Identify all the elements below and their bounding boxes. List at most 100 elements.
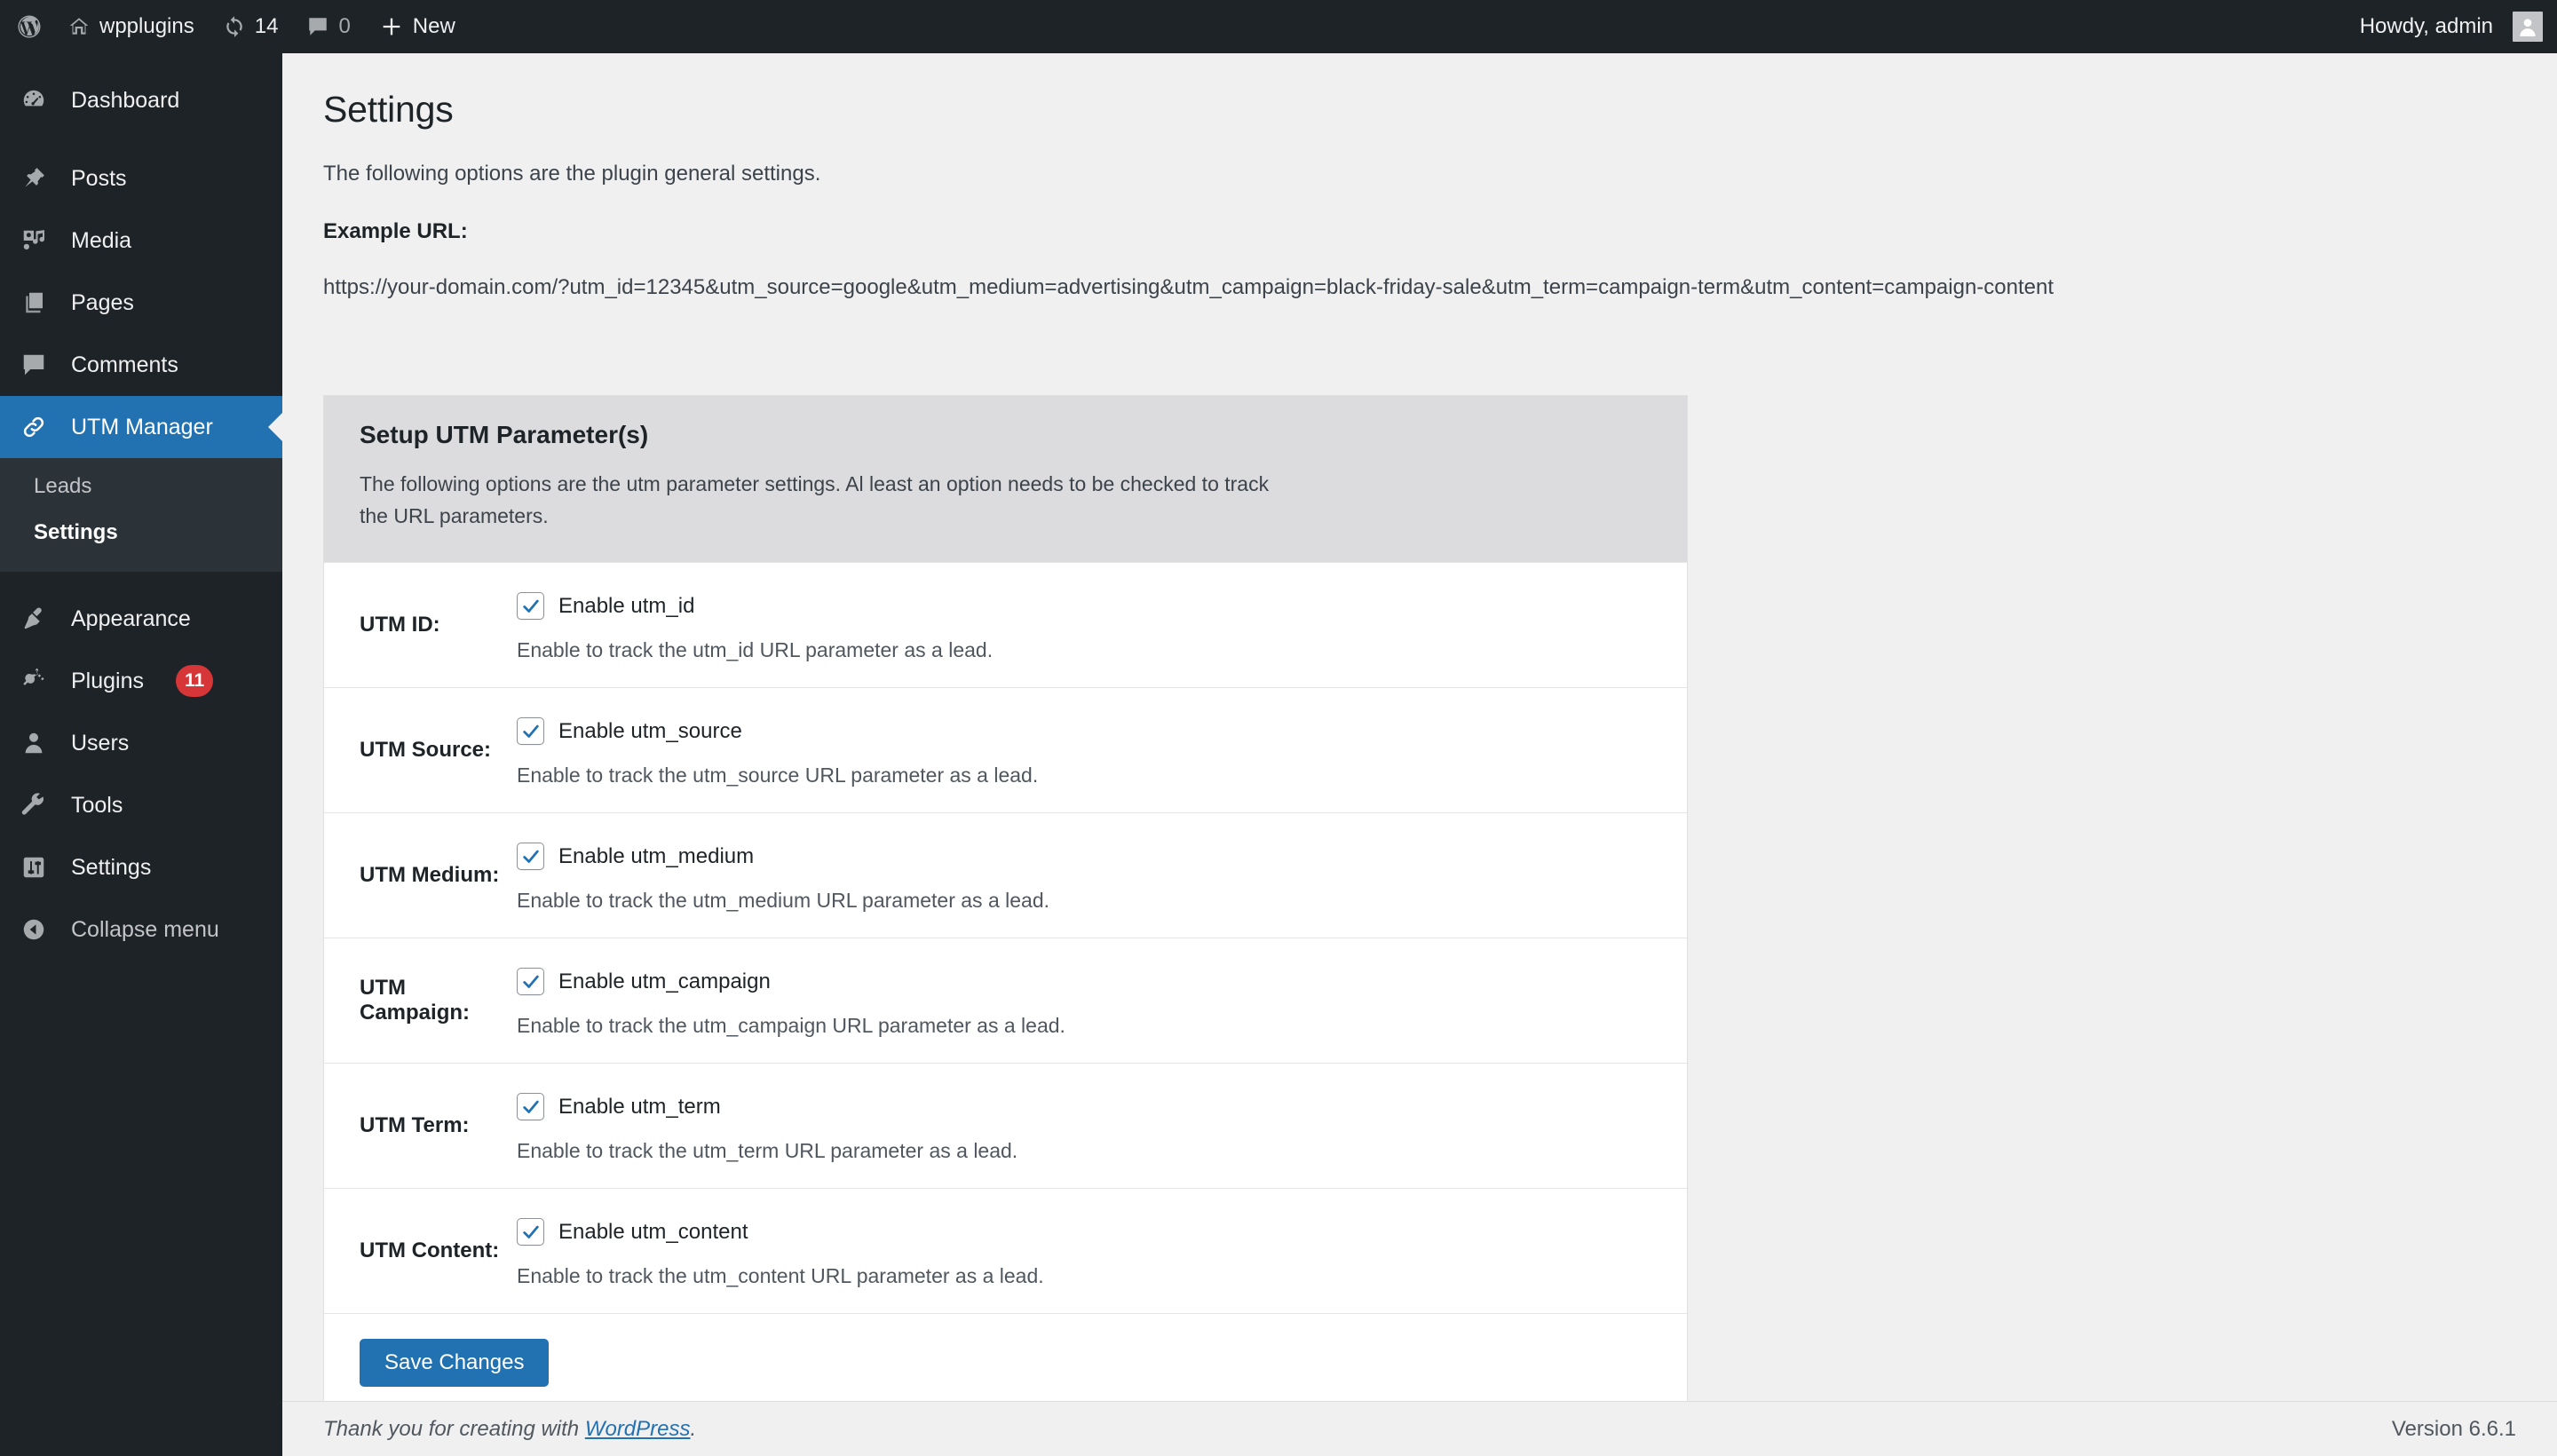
sidebar-item-media[interactable]: Media [0,210,282,272]
card-description: The following options are the utm parame… [360,472,1270,527]
sidebar-item-tools[interactable]: Tools [0,774,282,836]
table-row: UTM ID: Enable utm_id Enable to track th… [324,562,1687,688]
sidebar-item-label: Dashboard [71,87,180,113]
sidebar-item-pages[interactable]: Pages [0,272,282,334]
sidebar-item-users[interactable]: Users [0,712,282,774]
card-header: Setup UTM Parameter(s) The following opt… [324,396,1687,563]
user-icon [16,725,51,761]
example-url-label: Example URL: [323,219,468,243]
row-label: UTM Source: [360,738,492,763]
row-field: Enable utm_term Enable to track the utm_… [517,1064,1687,1188]
avatar [2513,12,2543,42]
sidebar-item-label: Tools [71,792,123,818]
row-description: Enable to track the utm_content URL para… [517,1264,1044,1288]
home-icon [67,15,91,38]
admin-footer: Thank you for creating with WordPress. V… [282,1401,2557,1456]
row-description: Enable to track the utm_source URL param… [517,764,1039,787]
row-label: UTM Content: [360,1238,500,1263]
sidebar-item-comments[interactable]: Comments [0,334,282,396]
sidebar-item-appearance[interactable]: Appearance [0,588,282,650]
updates-count: 14 [254,14,279,38]
link-icon [16,409,51,445]
checkbox-label: Enable utm_campaign [558,969,771,993]
utm-medium-checkbox-line[interactable]: Enable utm_medium [517,843,1687,871]
checkbox-checked-icon[interactable] [517,717,544,746]
pages-icon [16,285,51,320]
pin-icon [16,161,51,196]
wordpress-logo-button[interactable] [0,0,53,53]
wordpress-link[interactable]: WordPress [585,1417,691,1441]
plugins-update-badge: 11 [176,665,214,697]
sidebar-item-plugins[interactable]: Plugins 11 [0,650,282,712]
sidebar-item-label: Users [71,730,130,756]
table-row: UTM Medium: Enable utm_medium Enable to … [324,812,1687,938]
row-description: Enable to track the utm_id URL parameter… [517,638,994,662]
sidebar-item-label: Media [71,227,132,253]
sidebar-item-leads[interactable]: Leads [0,463,282,510]
table-row: UTM Campaign: Enable utm_campaign Enable… [324,938,1687,1064]
collapse-menu-label: Collapse menu [71,916,219,942]
sidebar-item-utm-manager[interactable]: UTM Manager [0,396,282,458]
account-menu-button[interactable]: Howdy, admin [2346,0,2557,53]
save-row: Save Changes [324,1313,1687,1412]
utm-content-checkbox-line[interactable]: Enable utm_content [517,1218,1687,1246]
footer-thanks: Thank you for creating with WordPress. [323,1417,696,1442]
checkbox-checked-icon[interactable] [517,968,544,996]
updates-button[interactable]: 14 [209,0,293,53]
sidebar-item-label: Plugins [71,668,144,693]
table-row: UTM Source: Enable utm_source Enable to … [324,687,1687,813]
comment-icon [306,15,329,38]
new-content-button[interactable]: New [365,0,470,53]
sidebar-item-label: Appearance [71,605,191,631]
utm-settings-card: Setup UTM Parameter(s) The following opt… [323,395,1688,1413]
sidebar-item-utm-settings[interactable]: Settings [0,510,282,556]
sidebar-item-label: Posts [71,165,127,191]
utm-manager-submenu: Leads Settings [0,458,282,572]
sidebar-item-settings[interactable]: Settings [0,836,282,898]
utm-campaign-checkbox-line[interactable]: Enable utm_campaign [517,968,1687,996]
sidebar-top-spacer [0,53,282,69]
comment-icon [16,347,51,383]
row-description: Enable to track the utm_medium URL param… [517,889,1049,913]
utm-id-checkbox-line[interactable]: Enable utm_id [517,592,1687,621]
checkbox-checked-icon[interactable] [517,592,544,621]
sidebar-item-label: Comments [71,352,178,377]
sidebar-item-posts[interactable]: Posts [0,147,282,210]
sidebar-separator [0,572,282,588]
save-changes-button[interactable]: Save Changes [360,1339,550,1388]
row-label: UTM Term: [360,1113,470,1138]
wordpress-logo-icon [16,13,43,40]
table-row: UTM Content: Enable utm_content Enable t… [324,1188,1687,1314]
media-icon [16,223,51,258]
checkbox-label: Enable utm_term [558,1094,721,1119]
howdy-label: Howdy, admin [2359,14,2493,38]
site-name-button[interactable]: wpplugins [53,0,209,53]
row-description: Enable to track the utm_campaign URL par… [517,1014,1065,1038]
card-heading: Setup UTM Parameter(s) [360,421,649,448]
row-description: Enable to track the utm_term URL paramet… [517,1139,1018,1163]
row-field: Enable utm_source Enable to track the ut… [517,688,1687,812]
checkbox-checked-icon[interactable] [517,1093,544,1121]
row-label: UTM Campaign: [360,976,471,1025]
utm-source-checkbox-line[interactable]: Enable utm_source [517,717,1687,746]
row-label: UTM Medium: [360,863,500,888]
updates-icon [223,15,246,38]
example-url-value: https://your-domain.com/?utm_id=12345&ut… [323,275,2054,299]
row-field: Enable utm_id Enable to track the utm_id… [517,563,1687,687]
dashboard-icon [16,83,51,118]
sidebar-item-label: Settings [71,854,152,880]
checkbox-checked-icon[interactable] [517,843,544,871]
utm-term-checkbox-line[interactable]: Enable utm_term [517,1093,1687,1121]
comments-button[interactable]: 0 [292,0,364,53]
sidebar-item-label: Pages [71,289,134,315]
collapse-menu-button[interactable]: Collapse menu [0,898,282,961]
new-content-label: New [412,14,455,38]
paintbrush-icon [16,601,51,637]
admin-sidebar: Dashboard Posts Media Pages Comments UTM… [0,53,282,1456]
checkbox-checked-icon[interactable] [517,1218,544,1246]
sidebar-item-dashboard[interactable]: Dashboard [0,69,282,131]
main-content: Settings The following options are the p… [282,53,2557,1456]
row-field: Enable utm_campaign Enable to track the … [517,938,1687,1063]
footer-thanks-prefix: Thank you for creating with [323,1416,585,1441]
checkbox-label: Enable utm_content [558,1219,748,1244]
